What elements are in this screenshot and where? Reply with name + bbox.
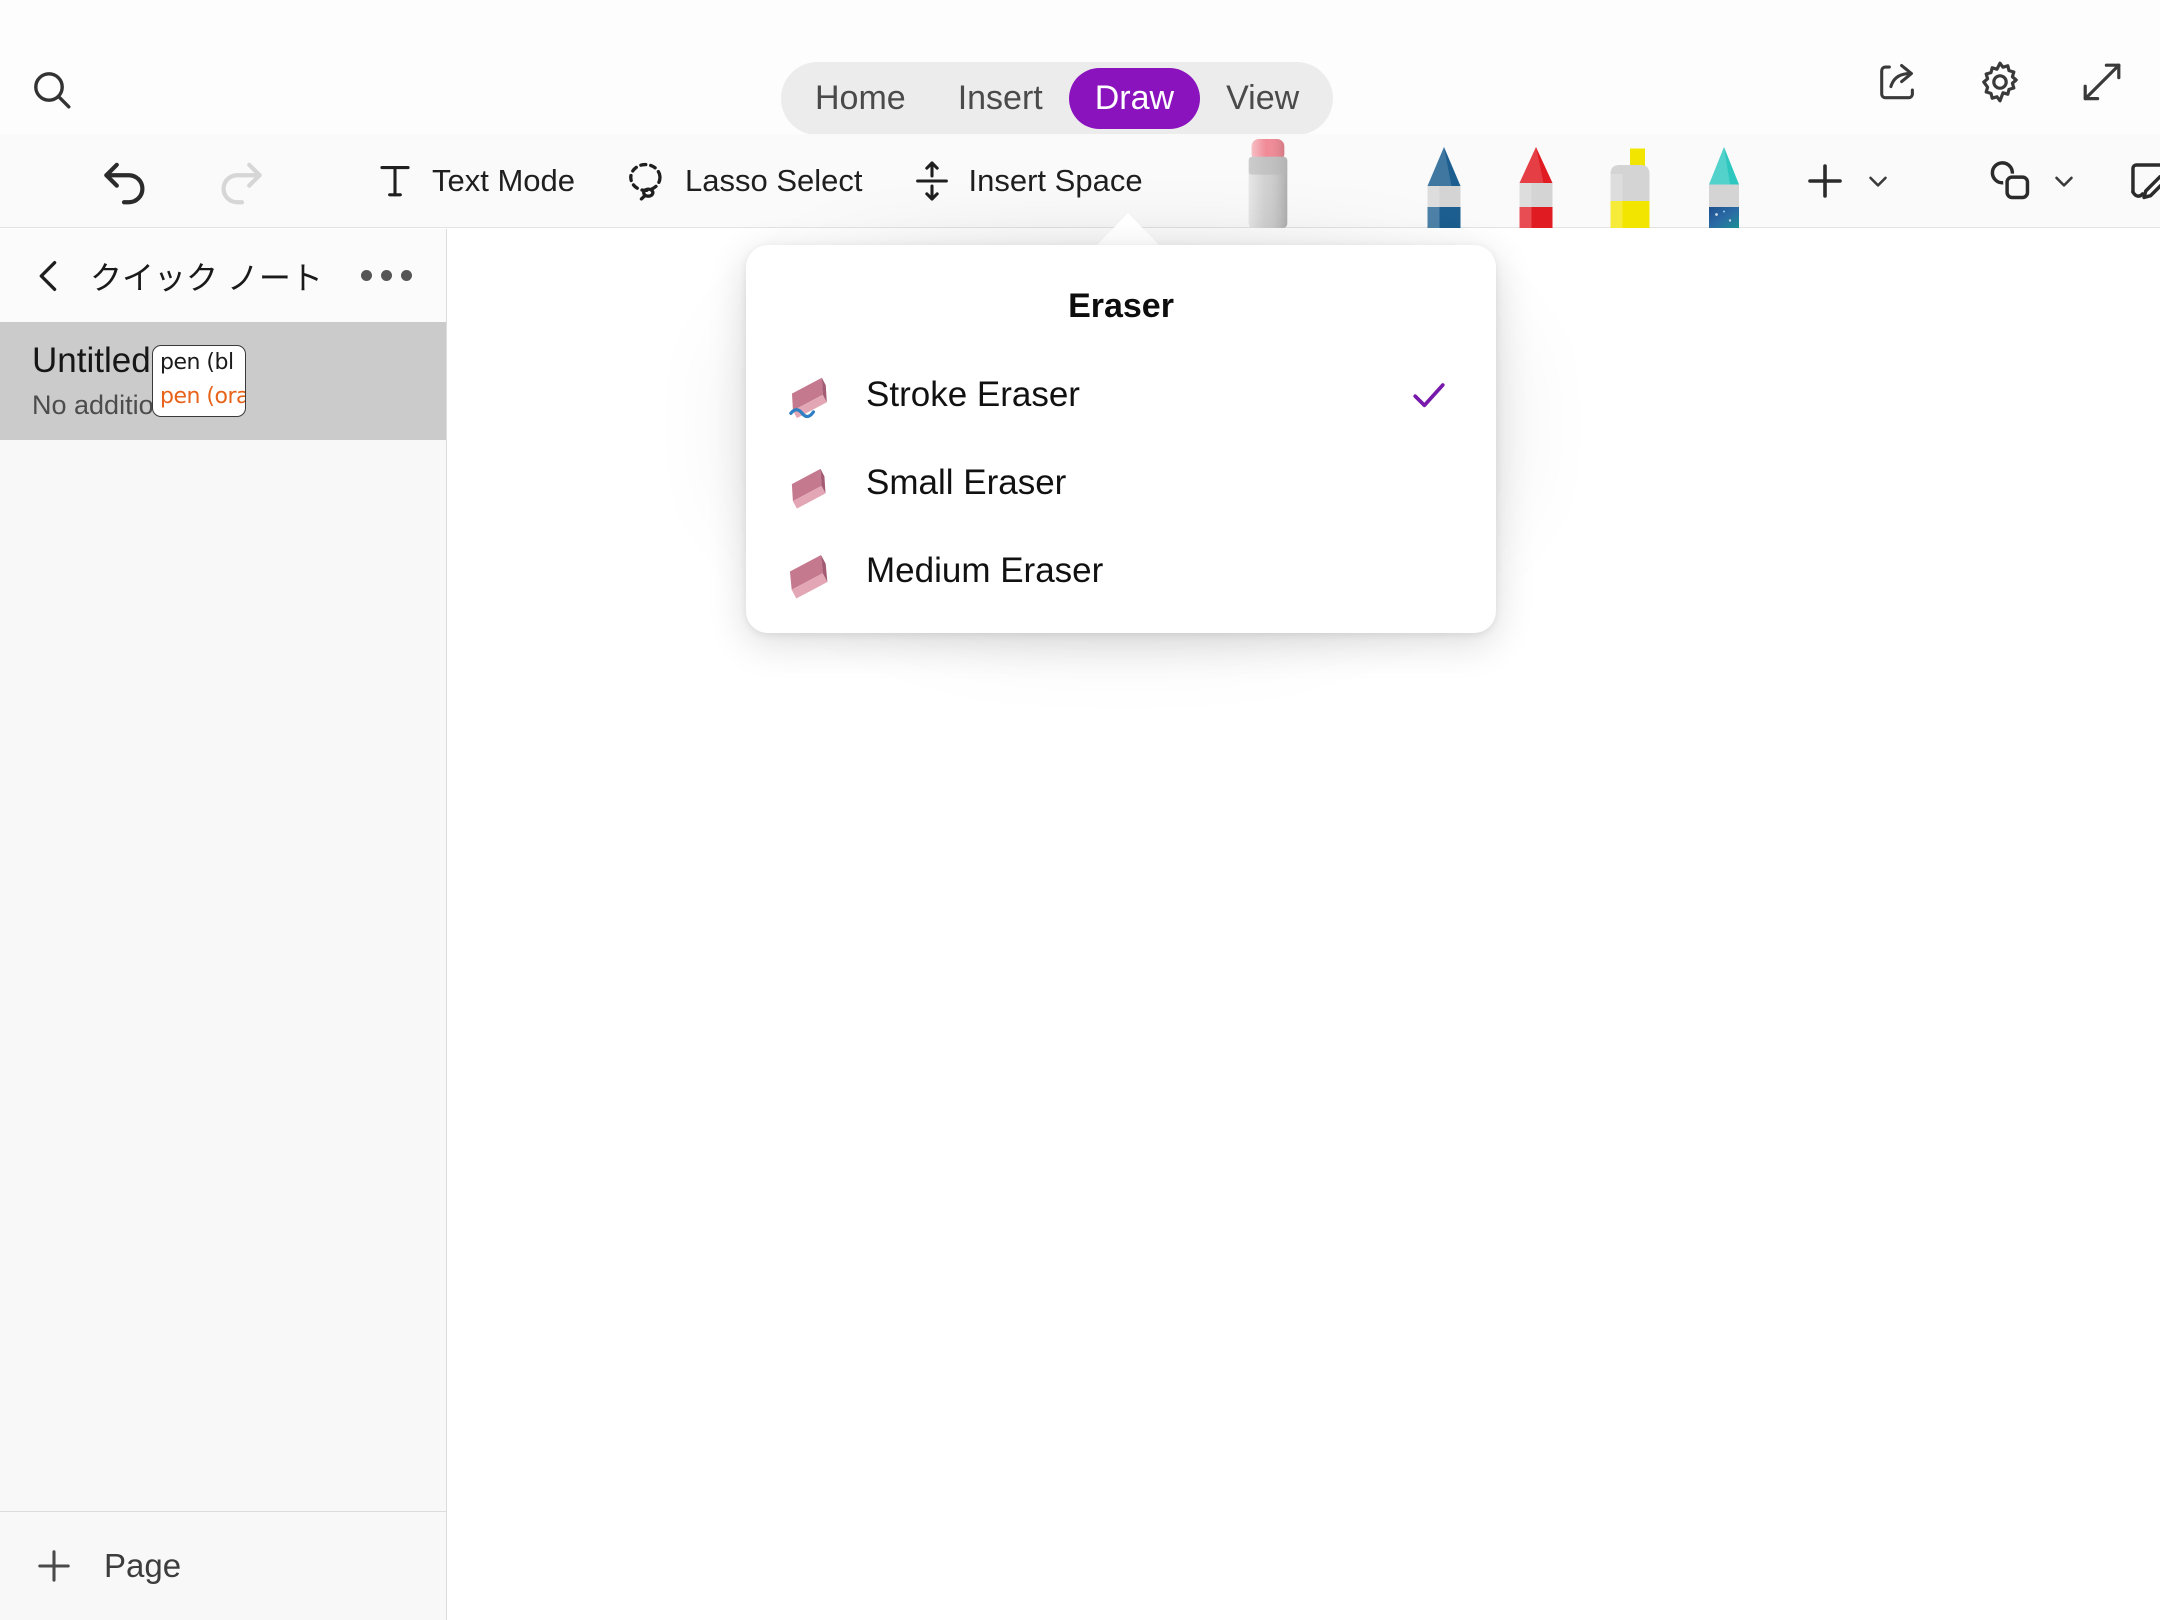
eraser-options-list: Stroke Eraser [746,351,1496,615]
thumbnail-text-line-2: pen (ora [160,384,246,409]
thumbnail-text-line-1: pen (bl [160,350,234,375]
top-bar-actions [1872,56,2128,108]
plus-icon [26,1538,82,1594]
more-options-icon[interactable] [355,256,418,295]
checkmark-icon [1406,372,1452,418]
highlighter-yellow-tool[interactable] [1595,134,1665,228]
text-mode-icon [372,158,418,204]
lasso-select-icon [621,156,671,206]
redo-button[interactable] [212,134,270,228]
add-page-button[interactable]: Page [0,1511,446,1620]
tab-home[interactable]: Home [789,68,932,129]
pen-galaxy-tool[interactable] [1691,134,1757,228]
eraser-popup: Eraser Stroke Eraser [746,245,1496,633]
onenote-draw-window: Home Insert Draw View [0,0,2160,1620]
pen-red-tool[interactable] [1503,134,1569,228]
tab-draw[interactable]: Draw [1069,68,1200,129]
search-icon[interactable] [22,60,82,120]
eraser-stroke-icon [780,363,844,427]
ink-to-shape-tool[interactable] [2123,134,2160,228]
redo-icon [212,152,270,210]
eraser-option-label: Small Eraser [866,463,1066,503]
notebook-title: クイック ノート [90,253,323,299]
chevron-left-icon[interactable] [14,241,84,311]
lasso-select-button[interactable]: Lasso Select [621,134,863,228]
ribbon-tab-bar: Home Insert Draw View [781,62,1333,135]
insert-space-icon [909,158,955,204]
page-list-item[interactable]: Untitled Page No additional text pen (bl… [0,322,446,440]
draw-ribbon: Text Mode Lasso Select [0,134,2160,228]
tab-insert[interactable]: Insert [932,68,1069,129]
note-pen-icon [2123,155,2160,207]
add-pen-button[interactable] [1801,134,1893,228]
insert-space-label: Insert Space [969,163,1143,199]
chevron-down-icon [2049,166,2079,196]
share-icon[interactable] [1872,56,1924,108]
eraser-tool[interactable] [1235,134,1301,228]
eraser-medium-icon [780,539,844,603]
eraser-option-medium[interactable]: Medium Eraser [746,527,1496,615]
eraser-option-label: Stroke Eraser [866,375,1080,415]
undo-button[interactable] [96,134,154,228]
expand-icon[interactable] [2076,56,2128,108]
pen-blue-tool[interactable] [1411,134,1477,228]
eraser-popup-title: Eraser [746,245,1496,326]
page-sidebar: クイック ノート Untitled Page No additional tex… [0,229,447,1620]
popup-arrow [1093,213,1163,249]
undo-icon [96,152,154,210]
eraser-option-small[interactable]: Small Eraser [746,439,1496,527]
gear-icon[interactable] [1974,56,2026,108]
plus-icon [1801,157,1849,205]
top-bar: Home Insert Draw View [0,0,2160,134]
eraser-option-label: Medium Eraser [866,551,1103,591]
chevron-down-icon [1863,166,1893,196]
lasso-select-label: Lasso Select [685,163,863,199]
eraser-small-icon [780,451,844,515]
shapes-tool[interactable] [1985,134,2079,228]
tab-view[interactable]: View [1200,68,1325,129]
eraser-option-stroke[interactable]: Stroke Eraser [746,351,1496,439]
page-thumbnail: pen (bl pen (ora [152,345,246,417]
text-mode-label: Text Mode [432,163,575,199]
notebook-header: クイック ノート [0,229,446,322]
text-mode-button[interactable]: Text Mode [372,134,575,228]
shapes-icon [1985,155,2037,207]
add-page-label: Page [104,1547,181,1585]
